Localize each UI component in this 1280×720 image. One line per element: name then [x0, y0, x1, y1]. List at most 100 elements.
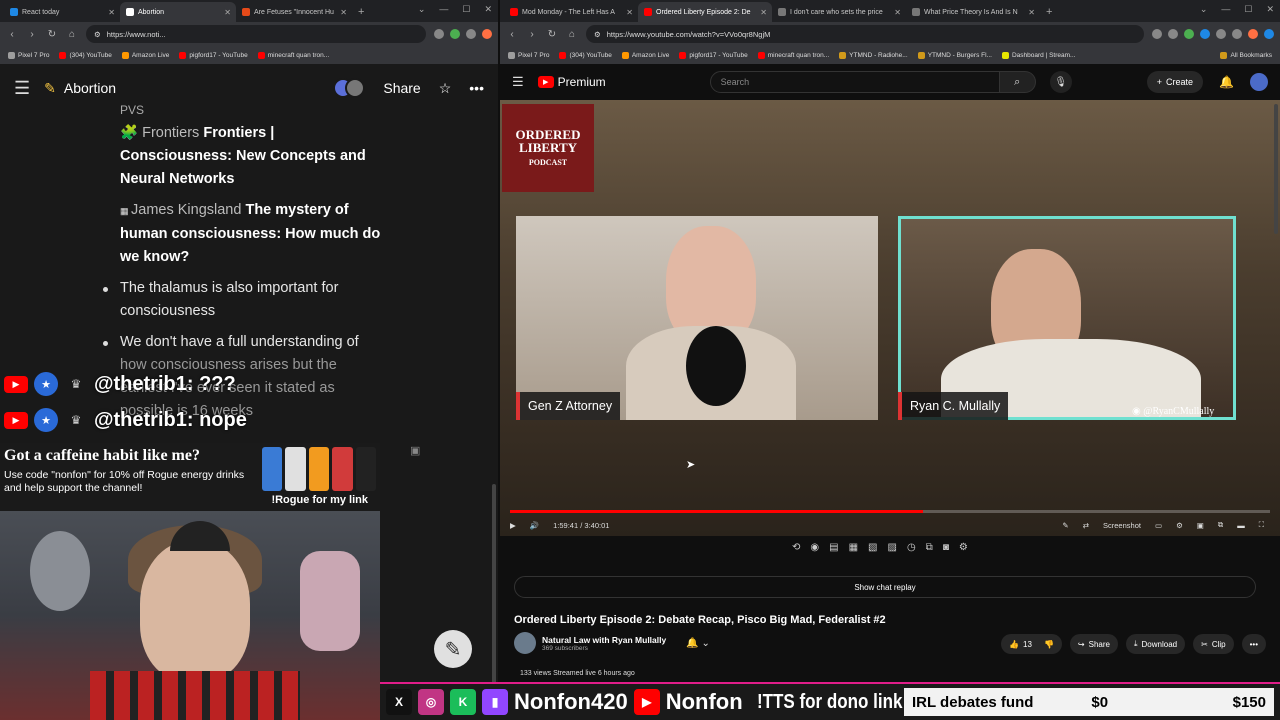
extension-icon[interactable] [1168, 29, 1178, 39]
create-button[interactable]: + Create [1146, 71, 1204, 93]
bookmark[interactable]: Dashboard | Stream... [1001, 51, 1075, 59]
more-icon[interactable]: ••• [469, 80, 484, 96]
crop-icon[interactable]: ⧉ [926, 542, 933, 553]
bookmark[interactable]: YTMND - Burgers Fl... [917, 51, 992, 59]
page-title[interactable]: ✎ Abortion [44, 80, 116, 97]
clip-button[interactable]: ✂ Clip [1193, 634, 1234, 654]
extension-icon[interactable] [482, 29, 492, 39]
captions-icon[interactable]: ▭ [1155, 521, 1162, 530]
bookmark[interactable]: minecraft quan tron... [257, 51, 329, 59]
pip-icon[interactable]: ⧉ [1218, 520, 1223, 530]
collaborators[interactable] [333, 78, 366, 98]
maximize-icon[interactable]: ☐ [462, 4, 470, 15]
home-icon[interactable]: ⌂ [566, 29, 578, 40]
tab-search-icon[interactable]: ⌄ [418, 4, 426, 15]
settings-icon[interactable]: ⚙ [959, 542, 968, 553]
share-button[interactable]: ↪ Share [1069, 634, 1118, 654]
bookmark[interactable]: YTMND - Radiohe... [839, 51, 908, 59]
clip-icon[interactable]: ▦ [849, 542, 858, 553]
layout-icon[interactable]: ▨ [887, 542, 896, 553]
screenshot-icon[interactable]: ▤ [829, 542, 838, 553]
reference-link[interactable]: ▦ James Kingsland The mystery of human c… [120, 199, 390, 269]
close-icon[interactable]: ✕ [108, 8, 115, 17]
tab-mod-monday[interactable]: Mod Monday - The Left Has A ✕ [504, 2, 638, 22]
settings-icon[interactable]: ⚙ [1176, 521, 1183, 530]
show-chat-replay-button[interactable]: Show chat replay [514, 576, 1256, 598]
channel-avatar[interactable] [514, 632, 536, 654]
screenshot-button[interactable]: Screenshot [1103, 521, 1141, 530]
progress-bar[interactable] [510, 510, 1270, 513]
bookmark[interactable]: Amazon Live [621, 51, 669, 59]
extension-icon[interactable] [1264, 29, 1274, 39]
close-icon[interactable]: ✕ [626, 8, 633, 17]
home-icon[interactable]: ⌂ [66, 29, 78, 40]
tab-ordered-liberty[interactable]: Ordered Liberty Episode 2: De ✕ [638, 2, 772, 22]
site-info-icon[interactable]: ⚙ [94, 30, 101, 39]
tab-price-setter[interactable]: I don't care who sets the price ✕ [772, 2, 906, 22]
close-window-icon[interactable]: ✕ [484, 4, 492, 15]
new-tab-button[interactable]: + [352, 2, 370, 22]
extension-icon[interactable] [1248, 29, 1258, 39]
close-icon[interactable]: ✕ [760, 8, 767, 17]
extension-icon[interactable] [1232, 29, 1242, 39]
notification-bell-icon[interactable]: 🔔 ⌄ [686, 638, 710, 649]
tab-search-icon[interactable]: ⌄ [1200, 4, 1208, 15]
tab-abortion[interactable]: Abortion ✕ [120, 2, 236, 22]
minimize-icon[interactable]: — [439, 4, 448, 15]
loop-icon[interactable]: ⟲ [792, 542, 800, 553]
bell-icon[interactable]: 🔔 [1219, 75, 1234, 89]
extension-icon[interactable] [466, 29, 476, 39]
extension-icon[interactable] [1152, 29, 1162, 39]
scrollbar[interactable] [1274, 104, 1278, 234]
camera-icon[interactable]: ◙ [943, 542, 949, 553]
address-bar[interactable]: ⚙ https://www.youtube.com/watch?v=VVo0qr8… [586, 25, 1144, 43]
extension-icon[interactable] [1184, 29, 1194, 39]
volume-icon[interactable]: 🔊 [530, 521, 539, 530]
bookmark[interactable]: minecraft quan tron... [757, 51, 829, 59]
theater-icon[interactable]: ▬ [1237, 521, 1245, 530]
menu-icon[interactable]: ☰ [512, 74, 524, 90]
tab-price-theory[interactable]: What Price Theory Is And Is N ✕ [906, 2, 1040, 22]
extension-icon[interactable] [434, 29, 444, 39]
reload-icon[interactable]: ↻ [46, 29, 58, 40]
extension-icon[interactable] [450, 29, 460, 39]
audio-icon[interactable]: ◉ [810, 542, 819, 553]
forward-icon[interactable]: › [26, 29, 38, 40]
edit-icon[interactable]: ✎ [1062, 521, 1068, 530]
menu-icon[interactable]: ☰ [14, 78, 30, 99]
tab-fetuses[interactable]: Are Fetuses "Innocent Hu ✕ [236, 2, 352, 22]
site-info-icon[interactable]: ⚙ [594, 30, 601, 39]
forward-icon[interactable]: › [526, 29, 538, 40]
video-player[interactable]: ORDERED LIBERTY PODCAST Gen Z Attorney Ry… [500, 100, 1280, 536]
search-button[interactable]: ⌕ [999, 71, 1036, 93]
play-icon[interactable]: ▶ [510, 521, 516, 530]
loop-icon[interactable]: ⇄ [1083, 521, 1089, 530]
close-window-icon[interactable]: ✕ [1266, 4, 1274, 15]
tab-react-today[interactable]: React today ✕ [4, 2, 120, 22]
reference-link[interactable]: 🧩 Frontiers Frontiers | Consciousness: N… [120, 122, 390, 191]
speed-icon[interactable]: ◷ [907, 542, 916, 553]
share-button[interactable]: Share [383, 80, 420, 96]
bookmark[interactable]: Amazon Live [121, 51, 169, 59]
channel-name[interactable]: Natural Law with Ryan Mullally [542, 635, 666, 645]
extension-icon[interactable] [1216, 29, 1226, 39]
close-icon[interactable]: ✕ [1028, 8, 1035, 17]
star-icon[interactable]: ☆ [439, 80, 452, 97]
more-button[interactable]: ••• [1241, 634, 1266, 654]
bullet-item[interactable]: The thalamus is also important for consc… [103, 277, 390, 323]
bookmark[interactable]: Pixel 7 Pro [508, 51, 549, 59]
like-button[interactable]: 👍 13 👎 [1001, 634, 1062, 654]
minimize-icon[interactable]: — [1221, 4, 1230, 15]
download-button[interactable]: ⤓ Download [1125, 634, 1186, 654]
back-icon[interactable]: ‹ [6, 29, 18, 40]
extension-icon[interactable] [1200, 29, 1210, 39]
bookmark[interactable]: pigford17 - YouTube [179, 51, 248, 59]
reload-icon[interactable]: ↻ [546, 29, 558, 40]
back-icon[interactable]: ‹ [506, 29, 518, 40]
search-input[interactable]: Search [709, 71, 1000, 93]
miniplayer-icon[interactable]: ▣ [1197, 521, 1204, 530]
fullscreen-icon[interactable]: ⛶ [1259, 520, 1264, 530]
all-bookmarks[interactable]: All Bookmarks [1220, 51, 1272, 59]
microphone-icon[interactable]: 🎙 [1049, 71, 1072, 93]
bookmark[interactable]: (304) YouTube [59, 51, 112, 59]
